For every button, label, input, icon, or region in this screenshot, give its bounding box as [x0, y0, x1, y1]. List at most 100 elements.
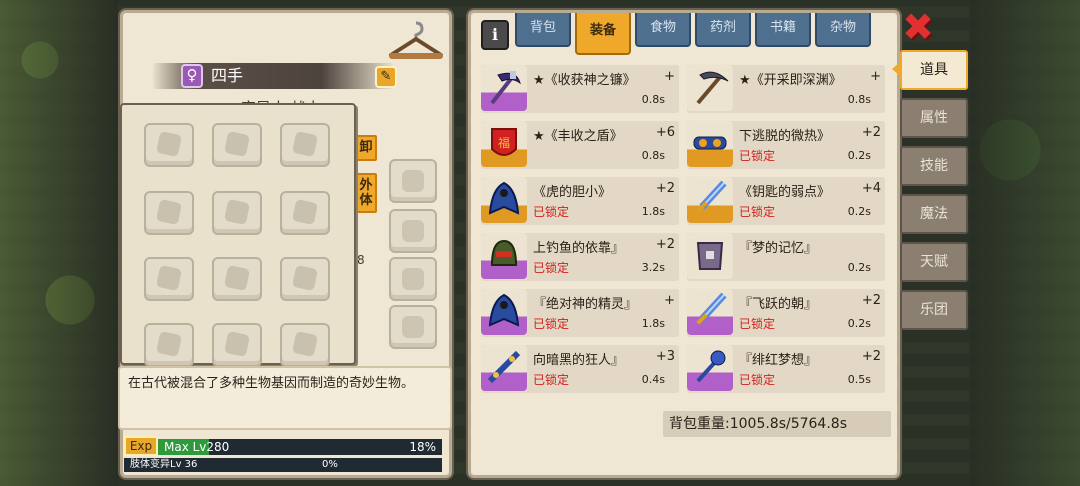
fortune-shield-icon: 福: [481, 121, 527, 167]
item-weight: 0.2s: [847, 149, 871, 162]
equip-slot-ring[interactable]: [389, 305, 437, 349]
sword-placeholder-icon: [223, 264, 251, 292]
item-card[interactable]: 『绯红梦想』 +2 已锁定 0.5s: [687, 345, 885, 393]
item-card[interactable]: 下逃脱的微热》 +2 已锁定 0.2s: [687, 121, 885, 169]
tab-4[interactable]: 书籍: [755, 13, 811, 47]
item-name: 上钓鱼的依靠』: [533, 241, 625, 255]
tab-2[interactable]: 食物: [635, 13, 691, 47]
limb-slot-grid: [120, 103, 356, 367]
item-card[interactable]: 福 ★《丰收之盾》 +6 0.8s: [481, 121, 679, 169]
slot-glove-3[interactable]: [280, 323, 330, 367]
equip-slot-boots[interactable]: [389, 257, 437, 301]
category-tab-3[interactable]: 魔法: [900, 194, 968, 234]
slot-weapon-5[interactable]: [280, 257, 330, 301]
item-weight: 0.4s: [641, 373, 665, 386]
category-tab-0[interactable]: 道具: [900, 50, 968, 90]
close-icon[interactable]: ✖: [900, 8, 936, 46]
item-locked-status: 已锁定: [533, 205, 570, 219]
helmet-icon: [481, 233, 527, 279]
category-tab-1[interactable]: 属性: [900, 98, 968, 138]
hanger-icon[interactable]: [385, 19, 447, 63]
slot-weapon-1[interactable]: [212, 191, 262, 235]
character-name: 四手: [211, 66, 244, 85]
item-enhance-level: +2: [655, 181, 675, 196]
slot-placeholder-icon: [402, 316, 424, 338]
tab-1[interactable]: 装备: [575, 13, 631, 55]
armor-placeholder-icon: [223, 130, 251, 158]
item-weight: 0.8s: [641, 93, 665, 106]
external-body-button[interactable]: 外体: [355, 173, 377, 213]
item-name: 『飞跃的朝』: [739, 297, 818, 311]
mace-icon-drawing: [696, 350, 726, 383]
slot-armor[interactable]: [212, 123, 262, 167]
sword-icon: [687, 177, 733, 223]
item-card[interactable]: 『梦的记忆』 0.2s: [687, 233, 885, 281]
edit-name-icon[interactable]: ✎: [375, 66, 397, 88]
fortune-shield-icon-drawing: 福: [491, 128, 517, 156]
pickaxe-icon-drawing: [696, 71, 729, 105]
name-bar: ♀ 四手: [153, 63, 393, 89]
item-card[interactable]: 《钥匙的弱点》 +4 已锁定 0.2s: [687, 177, 885, 225]
item-card[interactable]: 向暗黑的狂人』 +3 已锁定 0.4s: [481, 345, 679, 393]
armor-icon: [687, 233, 733, 279]
staff-icon-drawing: [487, 350, 521, 384]
category-tab-5[interactable]: 乐团: [900, 290, 968, 330]
sword-icon-drawing: [696, 292, 727, 325]
item-enhance-level: +2: [861, 125, 881, 140]
tab-5[interactable]: 杂物: [815, 13, 871, 47]
item-card[interactable]: 『绝对神的精灵』 + 已锁定 1.8s: [481, 289, 679, 337]
item-name: ★《丰收之盾》: [533, 129, 623, 143]
background-right-strip: [970, 0, 1080, 486]
item-enhance-level: +: [870, 69, 881, 84]
slot-helmet[interactable]: [144, 123, 194, 167]
helmet-icon-drawing: [490, 239, 518, 266]
item-name: ★《开采即深渊》: [739, 73, 842, 87]
equip-slot-accessory-2[interactable]: [389, 209, 437, 253]
item-locked-status: 已锁定: [533, 261, 570, 275]
slot-glove-2[interactable]: [212, 323, 262, 367]
exp-badge: Exp: [124, 436, 158, 456]
category-tab-2[interactable]: 技能: [900, 146, 968, 186]
slot-cloak[interactable]: [280, 123, 330, 167]
sword-icon-drawing: [696, 180, 727, 213]
item-enhance-level: +: [664, 69, 675, 84]
cloak-placeholder-icon: [291, 130, 319, 158]
equip-slot-accessory-1[interactable]: [389, 159, 437, 203]
item-card[interactable]: 『飞跃的朝』 +2 已锁定 0.2s: [687, 289, 885, 337]
armor-icon-drawing: [696, 242, 724, 270]
sword-icon: [687, 289, 733, 335]
item-enhance-level: +4: [861, 181, 881, 196]
slot-wing[interactable]: [144, 191, 194, 235]
tab-3[interactable]: 药剂: [695, 13, 751, 47]
item-card[interactable]: ★《开采即深渊》 +0.8s: [687, 65, 885, 113]
svg-text:福: 福: [498, 135, 510, 150]
item-enhance-level: +2: [861, 293, 881, 308]
unequip-button[interactable]: 卸: [355, 135, 377, 161]
wing-placeholder-icon: [155, 198, 183, 226]
exp-level: Max Lv280: [164, 440, 230, 454]
item-weight: 0.5s: [847, 373, 871, 386]
item-enhance-level: +2: [655, 237, 675, 252]
item-card[interactable]: ★《收获神之镰》 +0.8s: [481, 65, 679, 113]
sword-placeholder-icon: [291, 264, 319, 292]
active-tab-arrow-icon: [892, 62, 900, 76]
slot-weapon-3[interactable]: [144, 257, 194, 301]
slot-glove-1[interactable]: [144, 323, 194, 367]
category-tab-4[interactable]: 天赋: [900, 242, 968, 282]
item-card[interactable]: 上钓鱼的依靠』 +2 已锁定 3.2s: [481, 233, 679, 281]
glove-placeholder-icon: [155, 330, 183, 358]
item-card[interactable]: 《虎的胆小》 +2 已锁定 1.8s: [481, 177, 679, 225]
item-enhance-level: +6: [655, 125, 675, 140]
item-name: 『绝对神的精灵』: [533, 297, 638, 311]
cloak-icon-drawing: [488, 293, 520, 327]
slot-weapon-2[interactable]: [280, 191, 330, 235]
goggles-icon: [687, 121, 733, 167]
item-name: ★《收获神之镰》: [533, 73, 636, 87]
slot-placeholder-icon: [402, 268, 424, 290]
tab-0[interactable]: 背包: [515, 13, 571, 47]
mace-icon: [687, 345, 733, 391]
helmet-placeholder-icon: [155, 130, 183, 158]
description-box: 在古代被混合了多种生物基因而制造的奇妙生物。: [118, 366, 452, 430]
slot-weapon-4[interactable]: [212, 257, 262, 301]
info-button[interactable]: i: [481, 20, 509, 50]
